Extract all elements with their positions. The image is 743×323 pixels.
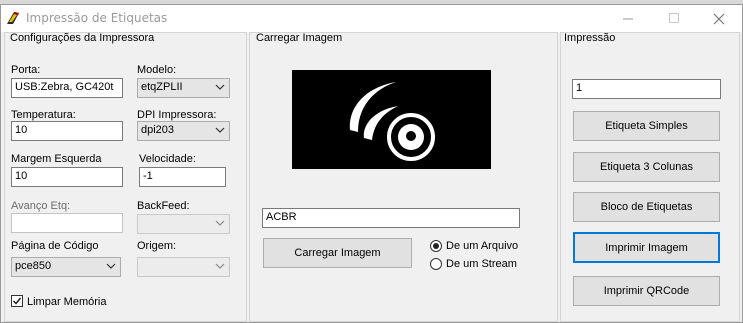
app-icon — [7, 12, 19, 24]
temperatura-input[interactable]: 10 — [11, 121, 123, 141]
velocidade-label: Velocidade: — [139, 153, 196, 165]
avanco-label: Avanço Etq: — [11, 200, 71, 212]
minimize-button[interactable] — [605, 5, 651, 32]
from-file-label: De um Arquivo — [446, 240, 519, 252]
imprimir-imagem-button[interactable]: Imprimir Imagem — [573, 232, 720, 263]
from-stream-label: De um Stream — [446, 258, 517, 270]
porta-label: Porta: — [11, 64, 41, 76]
imprimir-qrcode-button[interactable]: Imprimir QRCode — [573, 276, 720, 306]
temperatura-label: Temperatura: — [11, 109, 76, 121]
modelo-select[interactable]: etqZPLII — [137, 78, 230, 98]
printer-config-title: Configurações da Impressora — [10, 32, 155, 44]
maximize-icon — [668, 13, 679, 23]
origem-select[interactable] — [137, 257, 230, 277]
margem-label: Margem Esquerda — [11, 153, 102, 165]
checkmark-icon — [12, 297, 22, 305]
from-file-radio[interactable] — [430, 240, 442, 252]
origem-label: Origem: — [137, 240, 177, 252]
title-bar[interactable]: Impressão de Etiquetas — [1, 5, 742, 32]
porta-value: USB:Zebra, GC420t — [15, 81, 114, 93]
close-button[interactable] — [696, 5, 742, 32]
chevron-down-icon — [215, 127, 225, 133]
eye-logo-image — [349, 82, 435, 161]
maximize-button[interactable] — [651, 5, 697, 32]
etiqueta-3-colunas-button[interactable]: Etiqueta 3 Colunas — [573, 152, 720, 182]
limpar-memoria-label: Limpar Memória — [27, 296, 107, 308]
margem-input[interactable]: 10 — [11, 167, 123, 187]
dpi-value: dpi203 — [141, 124, 175, 136]
modelo-label: Modelo: — [137, 64, 177, 76]
image-name-input[interactable]: ACBR — [262, 208, 520, 228]
pagina-value: pce850 — [15, 260, 52, 272]
dpi-label: DPI Impressora: — [137, 109, 217, 121]
image-preview — [292, 70, 491, 169]
avanco-input[interactable] — [11, 213, 123, 233]
chevron-down-icon — [106, 263, 116, 269]
velocidade-input[interactable]: -1 — [139, 167, 226, 187]
backfeed-select[interactable] — [137, 214, 230, 234]
dpi-select[interactable]: dpi203 — [137, 121, 230, 141]
from-stream-radio[interactable] — [430, 258, 442, 270]
print-title: Impressão — [564, 32, 616, 44]
modelo-value: etqZPLII — [141, 81, 183, 93]
chevron-down-icon — [215, 263, 225, 269]
chevron-down-icon — [215, 220, 225, 226]
copies-input[interactable]: 1 — [572, 79, 721, 99]
bloco-etiquetas-button[interactable]: Bloco de Etiquetas — [573, 192, 720, 222]
limpar-memoria-checkbox[interactable] — [11, 295, 23, 307]
load-image-button[interactable]: Carregar Imagem — [263, 238, 412, 268]
window-title: Impressão de Etiquetas — [26, 11, 168, 25]
minimize-icon — [622, 18, 633, 20]
porta-select[interactable]: USB:Zebra, GC420t — [11, 78, 123, 98]
chevron-down-icon — [215, 84, 225, 90]
load-image-title: Carregar Imagem — [256, 32, 343, 44]
pagina-label: Página de Código — [11, 240, 99, 252]
close-icon — [713, 13, 725, 24]
pagina-select[interactable]: pce850 — [11, 257, 121, 277]
backfeed-label: BackFeed: — [137, 200, 190, 212]
etiqueta-simples-button[interactable]: Etiqueta Simples — [573, 111, 720, 141]
